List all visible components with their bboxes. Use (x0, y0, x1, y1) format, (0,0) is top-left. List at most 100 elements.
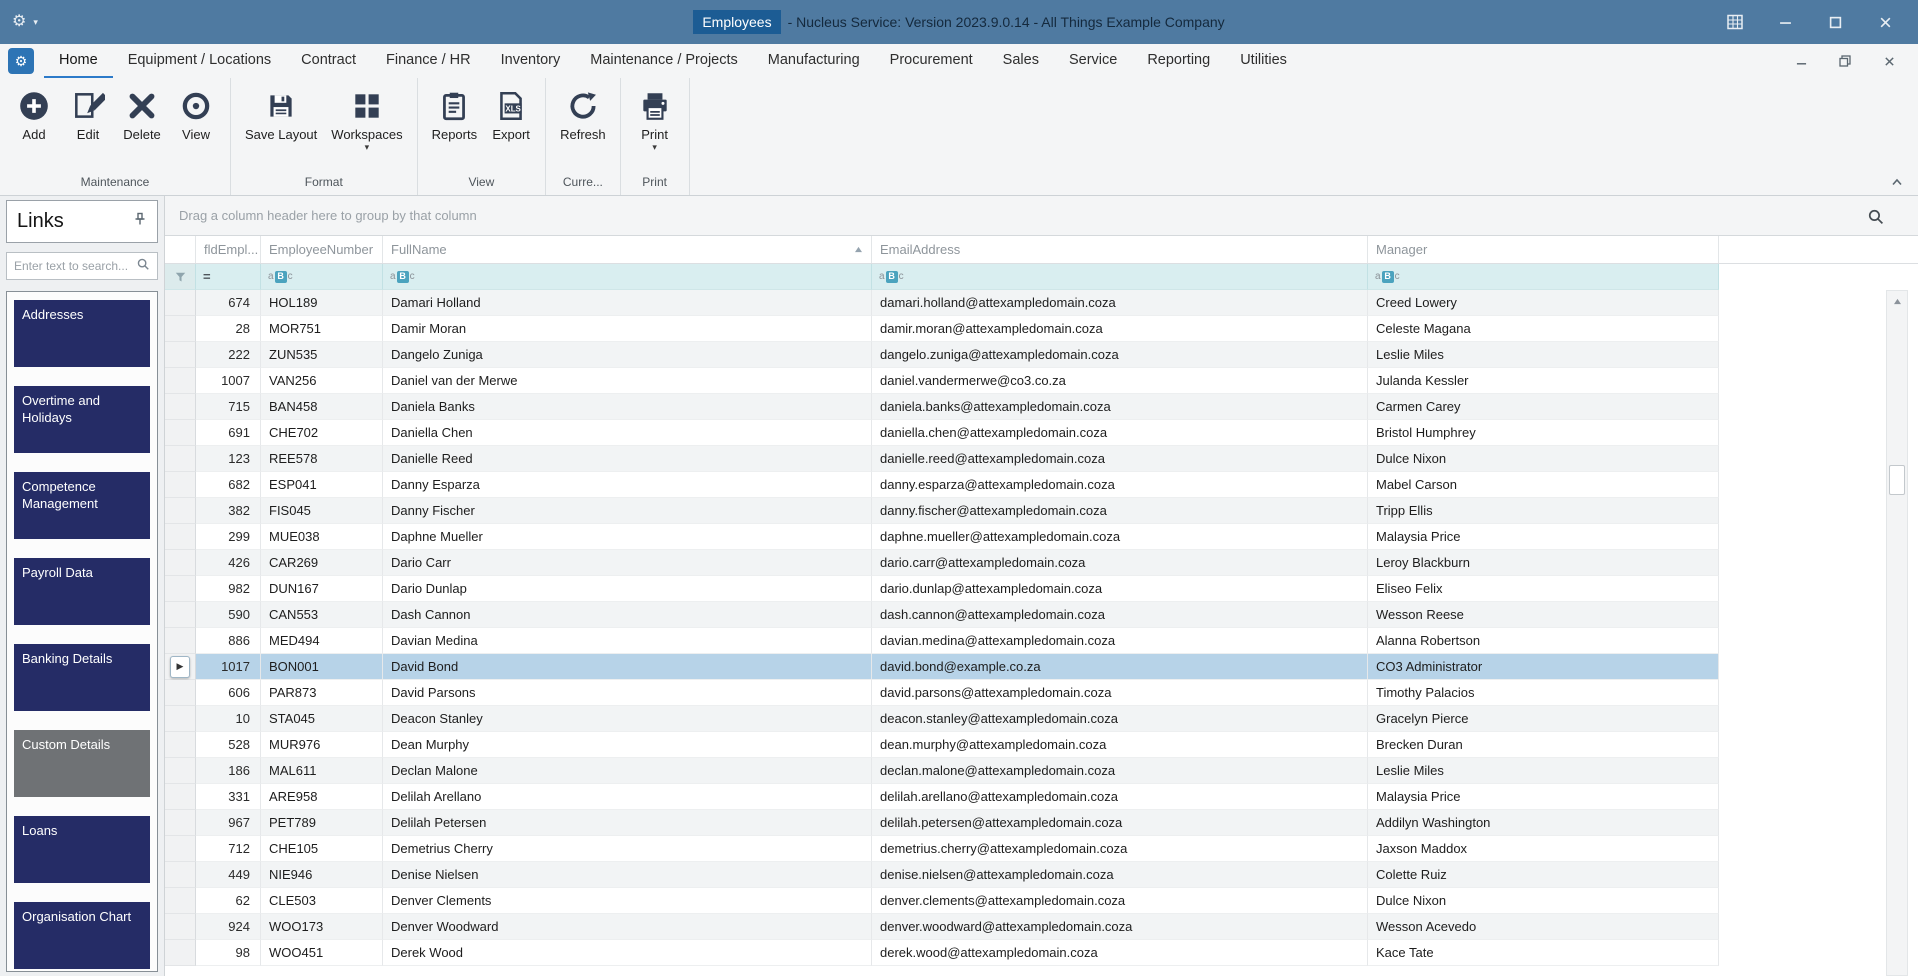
close-button[interactable] (1860, 0, 1910, 44)
cell-manager[interactable]: Leslie Miles (1368, 342, 1719, 368)
ribbon-button-refresh[interactable]: Refresh (554, 86, 612, 145)
cell-manager[interactable]: Carmen Carey (1368, 394, 1719, 420)
sidebar-item-addresses[interactable]: Addresses (14, 300, 150, 367)
cell-manager[interactable]: Jaxson Maddox (1368, 836, 1719, 862)
cell-email[interactable]: delilah.petersen@attexampledomain.coza (872, 810, 1368, 836)
ribbon-close-button[interactable] (1874, 49, 1904, 73)
table-row[interactable]: 682 ESP041 Danny Esparza danny.esparza@atte… (165, 472, 1719, 498)
table-row[interactable]: ▶ 1017 BON001 David Bond david.bond@example.… (165, 654, 1719, 680)
table-row[interactable]: 886 MED494 Davian Medina davian.medina@atte… (165, 628, 1719, 654)
cell-email[interactable]: danielle.reed@attexampledomain.coza (872, 446, 1368, 472)
cell-email[interactable]: demetrius.cherry@attexampledomain.coza (872, 836, 1368, 862)
cell-employee-number[interactable]: PAR873 (261, 680, 383, 706)
active-document-badge[interactable]: Employees (693, 10, 781, 34)
cell-manager[interactable]: Dulce Nixon (1368, 888, 1719, 914)
apps-grid-icon[interactable] (1710, 0, 1760, 44)
cell-employee-id[interactable]: 1007 (196, 368, 261, 394)
cell-employee-id[interactable]: 186 (196, 758, 261, 784)
table-row[interactable]: 331 ARE958 Delilah Arellano delilah.arellan… (165, 784, 1719, 810)
cell-employee-id[interactable]: 28 (196, 316, 261, 342)
cell-employee-id[interactable]: 1017 (196, 654, 261, 680)
table-row[interactable]: 426 CAR269 Dario Carr dario.carr@attexample… (165, 550, 1719, 576)
ribbon-button-workspaces[interactable]: Workspaces ▾ (325, 86, 408, 155)
cell-email[interactable]: dash.cannon@attexampledomain.coza (872, 602, 1368, 628)
cell-fullname[interactable]: Deacon Stanley (383, 706, 872, 732)
cell-fullname[interactable]: Demetrius Cherry (383, 836, 872, 862)
cell-employee-number[interactable]: BAN458 (261, 394, 383, 420)
sidebar-search-input[interactable] (14, 259, 136, 273)
cell-email[interactable]: daniella.chen@attexampledomain.coza (872, 420, 1368, 446)
cell-employee-id[interactable]: 222 (196, 342, 261, 368)
sidebar-item-payroll-data[interactable]: Payroll Data (14, 558, 150, 625)
cell-employee-number[interactable]: MUE038 (261, 524, 383, 550)
cell-email[interactable]: dario.dunlap@attexampledomain.coza (872, 576, 1368, 602)
ribbon-restore-button[interactable] (1830, 49, 1860, 73)
ribbon-button-edit[interactable]: Edit (62, 86, 114, 145)
cell-employee-id[interactable]: 691 (196, 420, 261, 446)
table-row[interactable]: 98 WOO451 Derek Wood derek.wood@attexampled… (165, 940, 1719, 966)
ribbon-tab-service[interactable]: Service (1054, 44, 1132, 78)
ribbon-tab-home[interactable]: Home (44, 44, 113, 78)
cell-employee-number[interactable]: NIE946 (261, 862, 383, 888)
cell-employee-id[interactable]: 590 (196, 602, 261, 628)
column-header-employeenumber[interactable]: EmployeeNumber (261, 236, 383, 263)
sidebar-item-banking-details[interactable]: Banking Details (14, 644, 150, 711)
table-row[interactable]: 606 PAR873 David Parsons david.parsons@atte… (165, 680, 1719, 706)
cell-manager[interactable]: Eliseo Felix (1368, 576, 1719, 602)
ribbon-button-export[interactable]: XLS Export (485, 86, 537, 145)
table-row[interactable]: 62 CLE503 Denver Clements denver.clements@a… (165, 888, 1719, 914)
maximize-button[interactable] (1810, 0, 1860, 44)
table-row[interactable]: 1007 VAN256 Daniel van der Merwe daniel.van… (165, 368, 1719, 394)
cell-manager[interactable]: Wesson Reese (1368, 602, 1719, 628)
cell-employee-number[interactable]: REE578 (261, 446, 383, 472)
column-header-emailaddress[interactable]: EmailAddress (872, 236, 1368, 263)
cell-manager[interactable]: Addilyn Washington (1368, 810, 1719, 836)
cell-employee-id[interactable]: 528 (196, 732, 261, 758)
sidebar-item-loans[interactable]: Loans (14, 816, 150, 883)
cell-fullname[interactable]: Danny Fischer (383, 498, 872, 524)
table-row[interactable]: 28 MOR751 Damir Moran damir.moran@attexampl… (165, 316, 1719, 342)
cell-fullname[interactable]: Danielle Reed (383, 446, 872, 472)
cell-employee-id[interactable]: 449 (196, 862, 261, 888)
cell-fullname[interactable]: Derek Wood (383, 940, 872, 966)
cell-employee-number[interactable]: ARE958 (261, 784, 383, 810)
cell-employee-id[interactable]: 606 (196, 680, 261, 706)
cell-fullname[interactable]: Daniella Chen (383, 420, 872, 446)
cell-manager[interactable]: Bristol Humphrey (1368, 420, 1719, 446)
ribbon-tab-manufacturing[interactable]: Manufacturing (753, 44, 875, 78)
cell-employee-id[interactable]: 674 (196, 290, 261, 316)
cell-employee-number[interactable]: PET789 (261, 810, 383, 836)
cell-fullname[interactable]: Danny Esparza (383, 472, 872, 498)
selected-row-arrow[interactable]: ▶ (170, 655, 190, 678)
cell-email[interactable]: daniela.banks@attexampledomain.coza (872, 394, 1368, 420)
cell-email[interactable]: danny.esparza@attexampledomain.coza (872, 472, 1368, 498)
cell-employee-number[interactable]: VAN256 (261, 368, 383, 394)
cell-employee-number[interactable]: ZUN535 (261, 342, 383, 368)
cell-manager[interactable]: Creed Lowery (1368, 290, 1719, 316)
cell-employee-id[interactable]: 715 (196, 394, 261, 420)
ribbon-tab-equipment-locations[interactable]: Equipment / Locations (113, 44, 286, 78)
scrollbar-thumb[interactable] (1889, 465, 1905, 495)
app-menu-button[interactable]: ⚙ (8, 48, 34, 74)
cell-employee-id[interactable]: 331 (196, 784, 261, 810)
table-row[interactable]: 299 MUE038 Daphne Mueller daphne.mueller@at… (165, 524, 1719, 550)
cell-employee-number[interactable]: MUR976 (261, 732, 383, 758)
sidebar-item-organisation-chart[interactable]: Organisation Chart (14, 902, 150, 969)
table-row[interactable]: 982 DUN167 Dario Dunlap dario.dunlap@attexa… (165, 576, 1719, 602)
cell-employee-number[interactable]: BON001 (261, 654, 383, 680)
column-header-fldempl[interactable]: fldEmpl... (196, 236, 261, 263)
cell-manager[interactable]: Timothy Palacios (1368, 680, 1719, 706)
table-row[interactable]: 674 HOL189 Damari Holland damari.holland@at… (165, 290, 1719, 316)
ribbon-collapse-button[interactable] (1888, 175, 1906, 189)
table-row[interactable]: 222 ZUN535 Dangelo Zuniga dangelo.zuniga@at… (165, 342, 1719, 368)
ribbon-tab-contract[interactable]: Contract (286, 44, 371, 78)
cell-email[interactable]: derek.wood@attexampledomain.coza (872, 940, 1368, 966)
ribbon-tab-sales[interactable]: Sales (988, 44, 1054, 78)
cell-email[interactable]: daniel.vandermerwe@co3.co.za (872, 368, 1368, 394)
cell-fullname[interactable]: Dario Carr (383, 550, 872, 576)
ribbon-button-print[interactable]: Print ▾ (629, 86, 681, 155)
ribbon-tab-maintenance-projects[interactable]: Maintenance / Projects (575, 44, 753, 78)
ribbon-button-reports[interactable]: Reports (426, 86, 484, 145)
table-row[interactable]: 712 CHE105 Demetrius Cherry demetrius.cherr… (165, 836, 1719, 862)
cell-fullname[interactable]: Davian Medina (383, 628, 872, 654)
